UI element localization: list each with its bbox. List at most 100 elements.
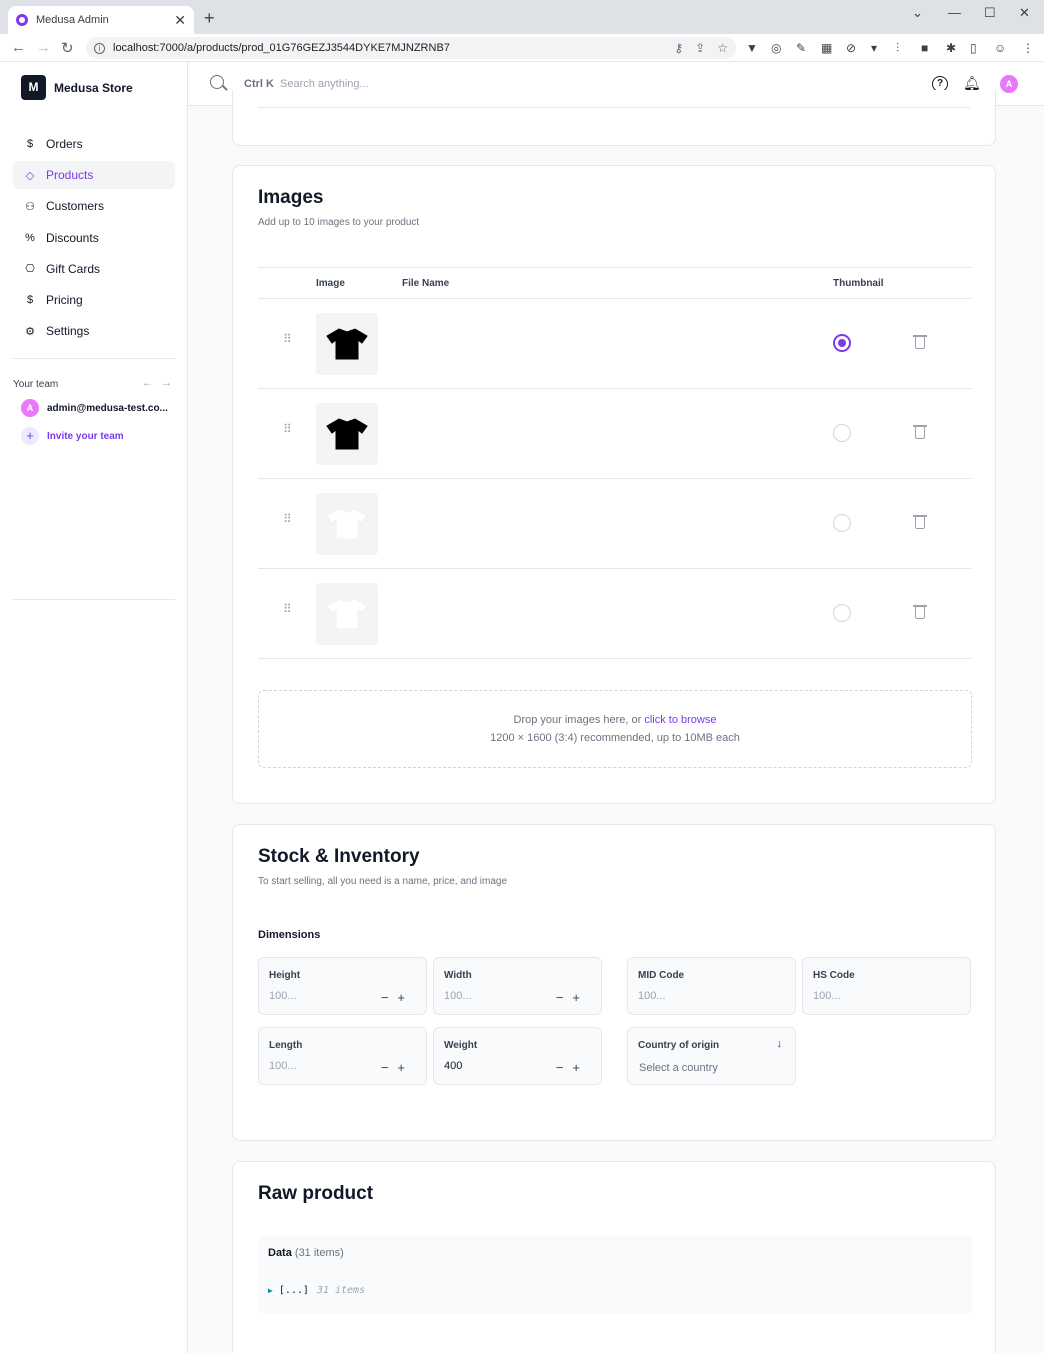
height-field[interactable]: Height 100... −+ (258, 957, 427, 1015)
weight-field[interactable]: Weight 400 −+ (433, 1027, 602, 1085)
tshirt-image (326, 598, 368, 630)
search-shortcut: Ctrl K (244, 78, 274, 90)
column-header-file-name: File Name (402, 278, 450, 289)
sidebar-item-orders[interactable]: $ Orders (13, 130, 175, 158)
key-icon[interactable]: ⚷ (674, 41, 683, 55)
browse-link[interactable]: click to browse (644, 714, 716, 726)
length-field[interactable]: Length 100... −+ (258, 1027, 427, 1085)
drag-handle-icon[interactable]: ⠿ (283, 513, 293, 525)
profile-icon[interactable]: ☺ (994, 41, 1006, 55)
maximize-icon[interactable]: ☐ (984, 5, 996, 21)
new-tab-button[interactable]: + (204, 8, 215, 29)
thumbnail-radio[interactable] (833, 424, 851, 442)
extension-pen-icon[interactable]: ✎ (796, 41, 806, 55)
json-meta: 31 items (316, 1285, 366, 1296)
extension-block-icon[interactable]: ⊘ (846, 41, 856, 55)
sidebar-item-pricing[interactable]: $ Pricing (13, 286, 175, 314)
thumbnail-radio[interactable] (833, 514, 851, 532)
field-label: Width (444, 970, 472, 981)
trash-icon[interactable] (913, 605, 927, 619)
extension-qr-icon[interactable]: ▦ (821, 41, 832, 55)
mid-code-input[interactable]: 100... (638, 990, 666, 1002)
expand-caret-icon[interactable]: ▶ (268, 1286, 273, 1295)
minimize-icon[interactable]: — (948, 5, 961, 20)
trash-icon[interactable] (913, 425, 927, 439)
sidebar-item-label: Customers (46, 199, 105, 214)
json-preview: [...] (278, 1285, 309, 1296)
image-thumbnail (316, 493, 378, 555)
width-stepper[interactable]: −+ (556, 990, 589, 1005)
search-input[interactable]: Search anything... (280, 78, 369, 90)
width-field[interactable]: Width 100... −+ (433, 957, 602, 1015)
sidebar-item-customers[interactable]: ⚇ Customers (13, 192, 175, 220)
coin-icon: $ (26, 293, 34, 306)
field-label: Weight (444, 1040, 478, 1051)
browser-tab[interactable]: Medusa Admin ✕ (8, 6, 194, 34)
image-dropzone[interactable]: Drop your images here, or click to brows… (258, 690, 972, 768)
extension-circle-icon[interactable]: ◎ (771, 41, 781, 55)
share-icon[interactable]: ⇪ (695, 41, 705, 55)
column-header-thumbnail: Thumbnail (833, 278, 884, 289)
reload-icon[interactable]: ↻ (61, 39, 74, 57)
browser-menu-icon[interactable]: ⋮ (1022, 41, 1034, 55)
weight-input[interactable]: 400 (444, 1060, 462, 1072)
trash-icon[interactable] (913, 515, 927, 529)
store-switcher[interactable]: M Medusa Store (21, 75, 133, 100)
drag-handle-icon[interactable]: ⠿ (283, 603, 293, 615)
drag-handle-icon[interactable]: ⠿ (283, 333, 293, 345)
length-input[interactable]: 100... (269, 1060, 297, 1072)
browser-address-bar: ← → ↻ i localhost:7000/a/products/prod_0… (0, 34, 1044, 62)
extension-funnel-icon[interactable]: ▾ (871, 41, 877, 55)
bookmark-star-icon[interactable]: ☆ (717, 41, 728, 55)
search-icon[interactable] (210, 75, 224, 89)
hs-code-input[interactable]: 100... (813, 990, 841, 1002)
thumbnail-radio[interactable] (833, 334, 851, 352)
table-row: ⠿ (258, 569, 972, 659)
arrow-down-icon: ↓ (776, 1038, 783, 1050)
drag-handle-icon[interactable]: ⠿ (283, 423, 293, 435)
dropzone-text: Drop your images here, or click to brows… (259, 714, 971, 726)
invite-team-button[interactable]: + Invite your team (21, 427, 124, 445)
dollar-icon: $ (26, 138, 34, 150)
url-text[interactable]: localhost:7000/a/products/prod_01G76GEZJ… (113, 42, 662, 54)
height-stepper[interactable]: −+ (381, 990, 414, 1005)
team-member[interactable]: A admin@medusa-test.co... (21, 399, 168, 417)
stock-subtitle: To start selling, all you need is a name… (258, 876, 508, 887)
json-root-node[interactable]: ▶ [...] 31 items (268, 1285, 365, 1296)
country-select[interactable]: Country of origin ↓ Select a country (627, 1027, 796, 1085)
tab-search-icon[interactable]: ⌄ (912, 5, 923, 21)
sidebar-item-label: Gift Cards (46, 261, 101, 276)
sidebar-item-settings[interactable]: ⚙ Settings (13, 317, 175, 345)
side-panel-icon[interactable]: ▯ (970, 41, 977, 55)
close-window-icon[interactable]: ✕ (1019, 5, 1030, 21)
sidebar-item-products[interactable]: ◇ Products (13, 161, 175, 190)
extension-badge-icon[interactable]: ■ (921, 41, 928, 55)
thumbnail-radio[interactable] (833, 604, 851, 622)
extension-v-icon[interactable]: ▼ (746, 41, 758, 55)
mid-code-field[interactable]: MID Code 100... (627, 957, 796, 1015)
team-pagination-arrows-icon[interactable]: ←→ (142, 377, 180, 389)
browser-tab-bar: Medusa Admin ✕ + ⌄ — ☐ ✕ (0, 0, 1044, 34)
stock-title: Stock & Inventory (258, 846, 420, 867)
length-stepper[interactable]: −+ (381, 1060, 414, 1075)
sidebar-item-gift-cards[interactable]: ⎔ Gift Cards (13, 255, 175, 283)
trash-icon[interactable] (913, 335, 927, 349)
field-label: Country of origin (638, 1040, 720, 1051)
tag-icon: ◇ (25, 169, 35, 182)
extensions-puzzle-icon[interactable]: ✱ (946, 41, 956, 55)
sidebar-item-label: Orders (46, 137, 83, 151)
weight-stepper[interactable]: −+ (556, 1060, 589, 1075)
url-bar[interactable]: i localhost:7000/a/products/prod_01G76GE… (86, 37, 736, 59)
dropzone-hint: 1200 × 1600 (3:4) recommended, up to 10M… (490, 732, 740, 744)
site-info-icon[interactable]: i (94, 42, 105, 54)
sidebar-item-discounts[interactable]: % Discounts (13, 224, 175, 252)
extension-sliders-icon[interactable]: ⫶ (896, 41, 899, 56)
back-icon[interactable]: ← (11, 39, 26, 56)
height-input[interactable]: 100... (269, 990, 297, 1002)
column-header-image: Image (316, 278, 345, 289)
user-avatar[interactable]: A (1000, 75, 1018, 93)
hs-code-field[interactable]: HS Code 100... (802, 957, 971, 1015)
forward-icon[interactable]: → (36, 39, 51, 56)
close-tab-icon[interactable]: ✕ (174, 12, 186, 29)
width-input[interactable]: 100... (444, 990, 472, 1002)
